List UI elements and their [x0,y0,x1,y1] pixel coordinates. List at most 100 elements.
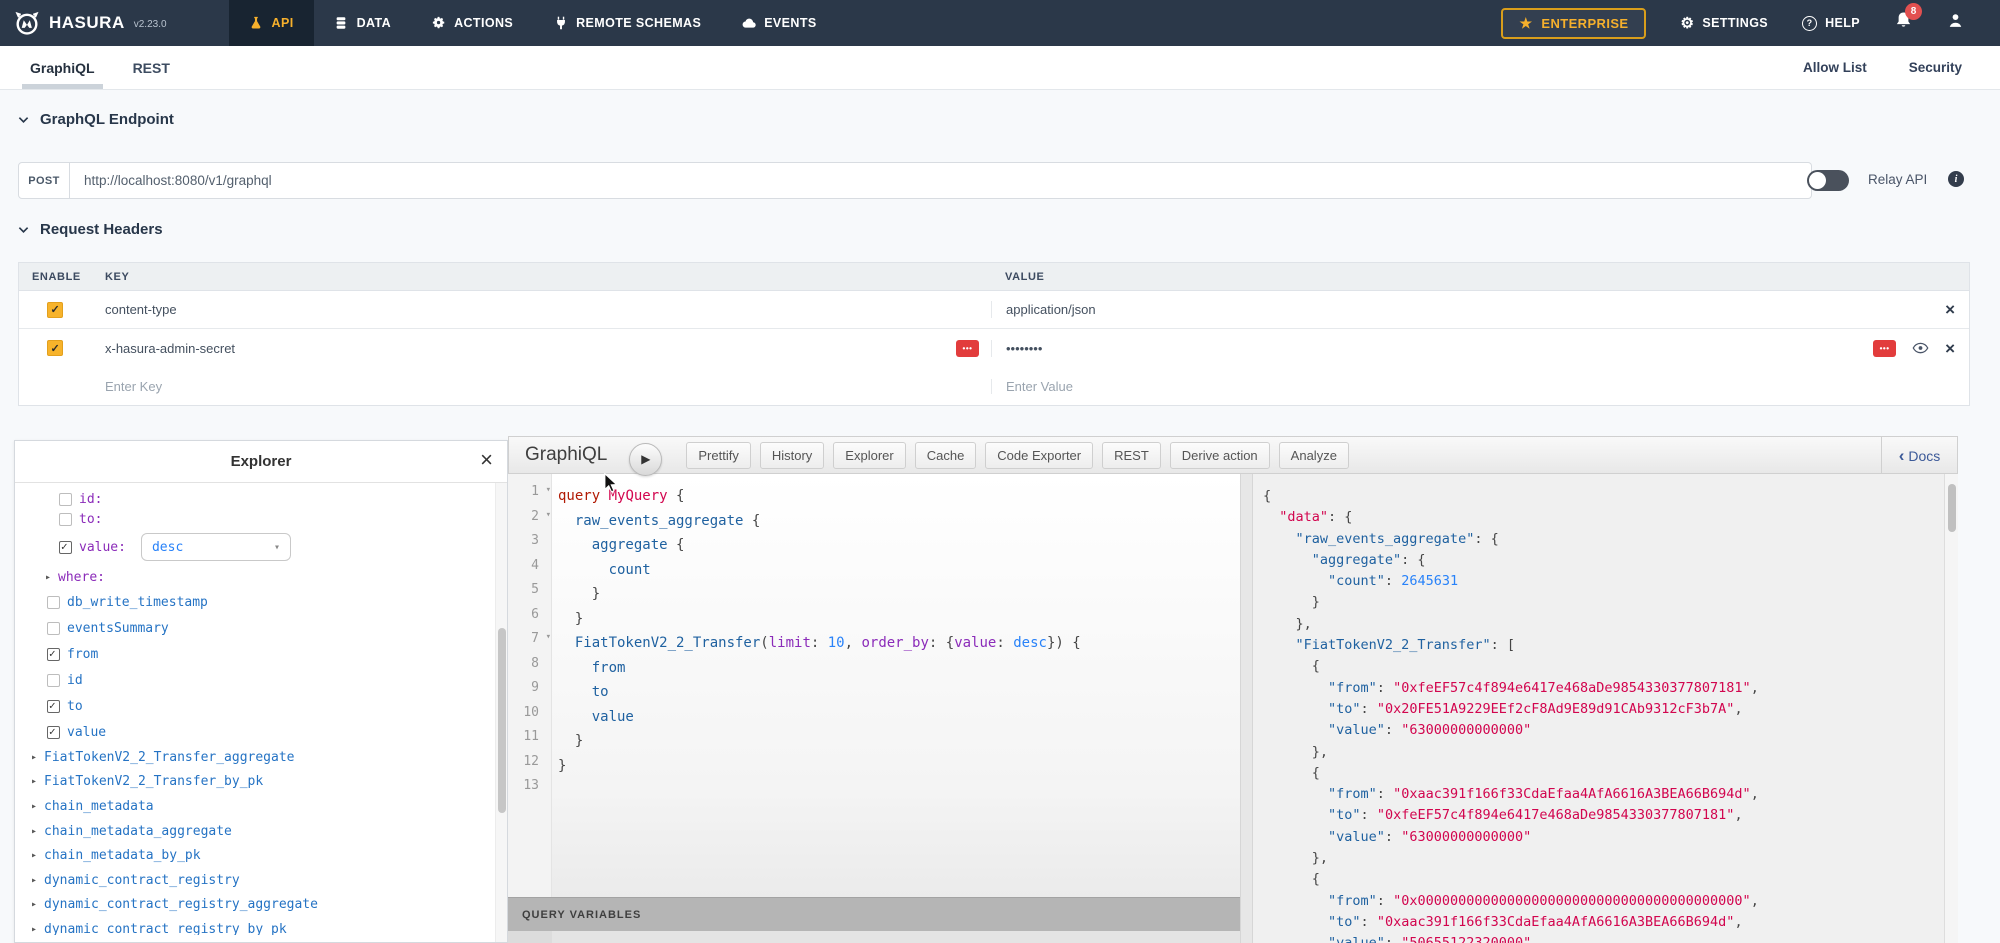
explorer-checkbox[interactable] [59,493,72,506]
explorer-item-from[interactable]: from [15,641,507,667]
api-tab-bar: GraphiQL REST Allow List Security [0,46,2000,90]
header-key-input[interactable]: content-type [105,302,177,317]
close-icon[interactable]: × [480,449,493,471]
explorer-item-value-[interactable]: value:desc▾ [15,529,507,565]
explorer-checkbox[interactable] [59,541,72,554]
docs-toggle-button[interactable]: ‹ Docs [1881,437,1957,474]
nav-right-utilities: ★ ENTERPRISE ⚙ SETTINGS ? HELP 8 [1501,0,2000,46]
nav-item-api[interactable]: API [229,0,314,46]
key-placeholder-input[interactable]: Enter Key [105,379,162,394]
remove-header-button[interactable]: × [1945,340,1955,357]
explorer-checkbox[interactable] [47,648,60,661]
execute-query-button[interactable]: ▶ [629,443,662,476]
nav-item-data[interactable]: DATA [314,0,411,46]
query-variables-editor[interactable] [508,931,1240,943]
explorer-item-chain-metadata[interactable]: ▸chain_metadata [15,794,507,819]
fold-arrow-icon[interactable]: ▾ [546,485,551,495]
notifications-button[interactable]: 8 [1894,11,1913,35]
header-enable-checkbox[interactable] [47,302,63,318]
query-editor[interactable]: 1▾2▾34567▾8910111213 query MyQuery { raw… [508,474,1240,897]
response-scrollbar[interactable] [1944,474,1958,943]
link-security[interactable]: Security [1909,60,1962,75]
explorer-checkbox[interactable] [47,596,60,609]
tab-graphiql[interactable]: GraphiQL [30,46,95,89]
explorer-item-value[interactable]: value [15,719,507,745]
explorer-item-id-[interactable]: id: [15,489,507,509]
explorer-item-dynamic-contract-registry-aggregate[interactable]: ▸dynamic_contract_registry_aggregate [15,893,507,918]
editor-code[interactable]: query MyQuery { raw_events_aggregate { a… [552,474,1240,897]
explorer-item-fiattokenv2-2-transfer-by-pk[interactable]: ▸FiatTokenV2_2_Transfer_by_pk [15,770,507,795]
hasura-brand[interactable]: HASURA v2.23.0 [0,0,185,46]
explorer-item-id[interactable]: id [15,667,507,693]
settings-label: SETTINGS [1702,16,1768,30]
sort-direction-dropdown[interactable]: desc▾ [141,533,291,561]
graphql-endpoint-section-header[interactable]: GraphQL Endpoint [18,111,174,128]
settings-button[interactable]: ⚙ SETTINGS [1680,16,1768,31]
column-value: VALUE [991,271,1969,283]
help-button[interactable]: ? HELP [1802,16,1860,31]
toolbar-button-explorer[interactable]: Explorer [833,442,905,469]
user-icon [1947,12,1964,29]
explorer-scrollbar[interactable] [495,483,507,942]
http-method-label: POST [18,162,70,199]
explorer-item-dynamic-contract-registry-by-pk[interactable]: ▸dynamic_contract_registry_by_pk [15,917,507,935]
explorer-item-dynamic-contract-registry[interactable]: ▸dynamic_contract_registry [15,868,507,893]
toolbar-button-rest[interactable]: REST [1102,442,1161,469]
header-key-input[interactable]: x-hasura-admin-secret [105,341,235,356]
nav-item-events[interactable]: EVENTS [721,0,836,46]
explorer-checkbox[interactable] [47,700,60,713]
header-key-cell: x-hasura-admin-secret ••• [105,340,991,357]
request-headers-section-header[interactable]: Request Headers [18,221,163,238]
header-value-input[interactable]: application/json [1006,302,1096,317]
admin-secret-badge: ••• [956,340,979,357]
toolbar-button-cache[interactable]: Cache [915,442,977,469]
relay-api-toggle[interactable] [1807,170,1849,191]
explorer-item-where-[interactable]: ▸where: [15,565,507,589]
explorer-checkbox[interactable] [47,622,60,635]
fold-arrow-icon[interactable]: ▾ [546,632,551,642]
explorer-item-chain-metadata-aggregate[interactable]: ▸chain_metadata_aggregate [15,819,507,844]
triangle-right-icon: ▸ [31,826,37,837]
response-viewer[interactable]: { "data": { "raw_events_aggregate": { "a… [1253,474,1944,943]
scrollbar-thumb[interactable] [1948,484,1956,532]
explorer-checkbox[interactable] [59,513,72,526]
explorer-checkbox[interactable] [47,674,60,687]
header-enable-cell [19,302,105,318]
tab-rest[interactable]: REST [133,46,170,89]
explorer-item-fiattokenv2-2-transfer-aggregate[interactable]: ▸FiatTokenV2_2_Transfer_aggregate [15,745,507,770]
explorer-item-to[interactable]: to [15,693,507,719]
remove-header-button[interactable]: × [1945,301,1955,318]
toolbar-button-analyze[interactable]: Analyze [1279,442,1349,469]
explorer-item-label: value [67,725,106,740]
request-headers-title: Request Headers [40,221,163,238]
endpoint-url-input[interactable] [70,162,1812,199]
value-placeholder-input[interactable]: Enter Value [1006,379,1073,394]
info-icon[interactable]: i [1948,171,1964,187]
link-allow-list[interactable]: Allow List [1803,60,1867,75]
eye-icon[interactable] [1912,342,1929,354]
enterprise-button[interactable]: ★ ENTERPRISE [1501,8,1646,39]
plug-icon [553,16,568,31]
toolbar-button-prettify[interactable]: Prettify [686,442,750,469]
nav-item-actions[interactable]: ACTIONS [411,0,533,46]
explorer-item-chain-metadata-by-pk[interactable]: ▸chain_metadata_by_pk [15,843,507,868]
user-menu-button[interactable] [1947,12,1964,34]
header-enable-checkbox[interactable] [47,340,63,356]
gutter-line: 10 [508,705,551,730]
explorer-item-db-write-timestamp[interactable]: db_write_timestamp [15,589,507,615]
explorer-item-label: to [67,699,83,714]
explorer-checkbox[interactable] [47,726,60,739]
editor-response-divider[interactable] [1240,474,1253,943]
header-value-input[interactable]: •••••••• [1006,341,1042,356]
explorer-item-to-[interactable]: to: [15,509,507,529]
toolbar-button-history[interactable]: History [760,442,824,469]
toolbar-button-code-exporter[interactable]: Code Exporter [985,442,1093,469]
fold-arrow-icon[interactable]: ▾ [546,510,551,520]
triangle-right-icon: ▸ [31,875,37,886]
query-variables-bar[interactable]: QUERY VARIABLES [508,897,1240,931]
nav-item-remote-schemas[interactable]: REMOTE SCHEMAS [533,0,721,46]
toolbar-button-derive-action[interactable]: Derive action [1170,442,1270,469]
scrollbar-thumb[interactable] [498,628,506,813]
explorer-item-eventssummary[interactable]: eventsSummary [15,615,507,641]
graphiql-toolbar: GraphiQL ▶ PrettifyHistoryExplorerCacheC… [508,436,1958,474]
